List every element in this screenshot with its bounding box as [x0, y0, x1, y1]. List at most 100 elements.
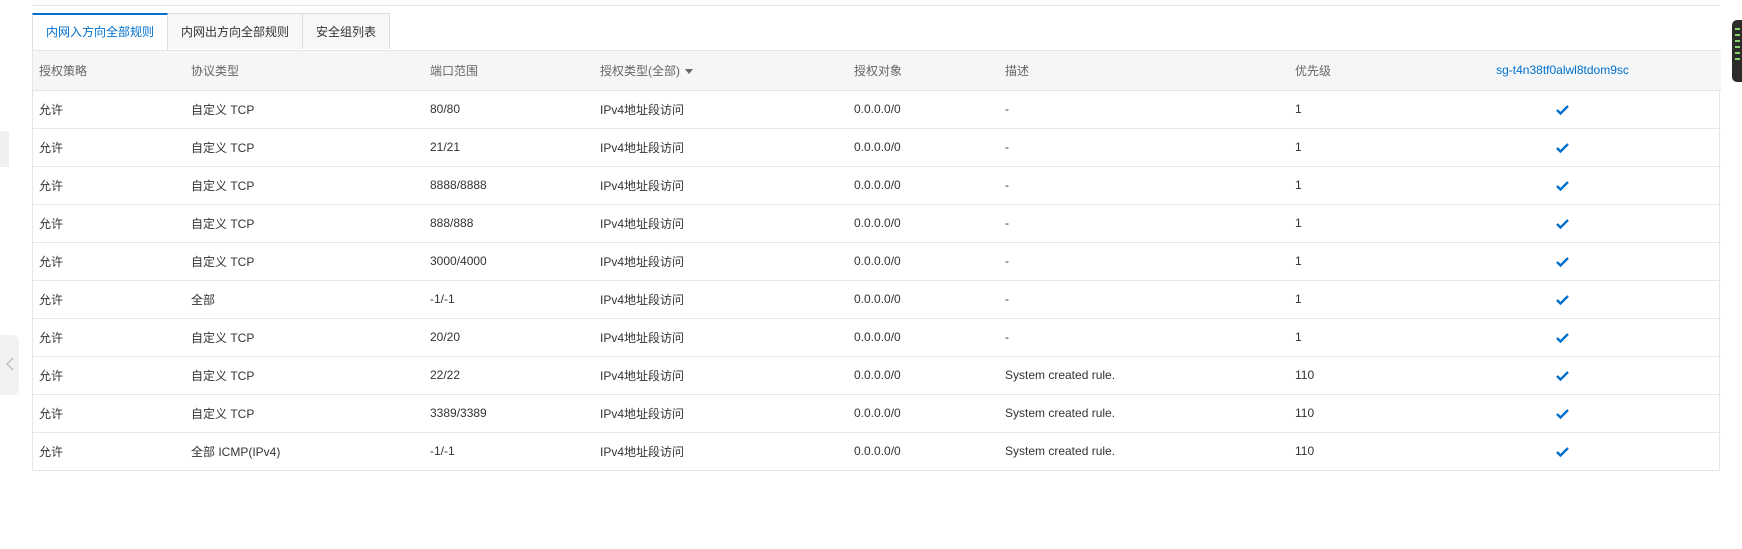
cell-applied [1404, 432, 1721, 470]
page: 内网入方向全部规则 内网出方向全部规则 安全组列表 授权策略 协议类型 端口范围 [0, 0, 1742, 549]
cell-auth-object: 0.0.0.0/0 [854, 444, 901, 459]
cell-port-range: -1/-1 [424, 280, 594, 319]
cell-auth-type: IPv4地址段访问 [594, 242, 848, 281]
table-row: 允许 自定义 TCP 3000/4000 IPv4地址段访问 0.0.0.0/0… [33, 242, 1721, 281]
cell-protocol: 全部 ICMP(IPv4) [191, 444, 281, 459]
cell-protocol: 自定义 TCP [185, 356, 424, 395]
cell-auth-type: IPv4地址段访问 [600, 444, 685, 459]
cell-priority: 110 [1289, 356, 1404, 395]
cell-policy: 允许 [33, 394, 185, 433]
floating-widget[interactable] [1732, 20, 1742, 82]
cell-protocol: 全部 [185, 280, 424, 319]
widget-indicator [1735, 34, 1740, 36]
top-divider [32, 5, 1720, 6]
cell-protocol: 自定义 TCP [185, 128, 424, 167]
cell-port-range: 3389/3389 [424, 394, 594, 433]
cell-applied [1404, 280, 1721, 319]
cell-auth-type: IPv4地址段访问 [594, 356, 848, 395]
cell-applied [1404, 318, 1721, 357]
cell-priority: 1 [1289, 204, 1404, 243]
widget-indicator [1735, 40, 1740, 42]
cell-port-range: 8888/8888 [424, 166, 594, 205]
left-edge-stub [0, 131, 9, 167]
cell-priority: 1 [1289, 280, 1404, 319]
rule-tabs: 内网入方向全部规则 内网出方向全部规则 安全组列表 [32, 13, 391, 50]
tab-outbound-rules[interactable]: 内网出方向全部规则 [168, 13, 304, 49]
cell-port-range: 80/80 [424, 90, 594, 129]
cell-policy: 允许 [33, 128, 185, 167]
header-security-group-link[interactable]: sg-t4n38tf0alwl8tdom9sc [1404, 51, 1721, 91]
cell-auth-object: 0.0.0.0/0 [848, 204, 999, 243]
table-row: 允许 自定义 TCP 80/80 IPv4地址段访问 0.0.0.0/0 - 1 [33, 90, 1721, 129]
cell-priority: 1 [1289, 128, 1404, 167]
widget-indicator [1735, 28, 1740, 30]
cell-port-range: 22/22 [424, 356, 594, 395]
table-row: 允许 全部 -1/-1 IPv4地址段访问 0.0.0.0/0 - 1 [33, 280, 1721, 319]
cell-auth-object: 0.0.0.0/0 [848, 394, 999, 433]
cell-description: - [999, 242, 1289, 281]
cell-description: System created rule. [999, 356, 1289, 395]
cell-protocol: 自定义 TCP [185, 242, 424, 281]
widget-indicator [1735, 46, 1740, 48]
check-icon [1556, 408, 1569, 420]
cell-auth-object: 0.0.0.0/0 [848, 318, 999, 357]
table-row: 允许 自定义 TCP 22/22 IPv4地址段访问 0.0.0.0/0 Sys… [33, 356, 1721, 395]
cell-port-range: 3000/4000 [424, 242, 594, 281]
cell-auth-type: IPv4地址段访问 [594, 394, 848, 433]
check-icon [1556, 294, 1569, 306]
cell-protocol: 自定义 TCP [185, 166, 424, 205]
cell-priority: 110 [1289, 394, 1404, 433]
cell-priority: 110 [1295, 444, 1315, 459]
cell-priority: 1 [1289, 166, 1404, 205]
cell-description: - [999, 128, 1289, 167]
check-icon [1556, 447, 1569, 458]
cell-policy: 允许 [33, 204, 185, 243]
table-row: 允许 全部 ICMP(IPv4) -1/-1 IPv4地址段访问 0.0.0.0… [33, 432, 1721, 470]
cell-priority: 1 [1289, 242, 1404, 281]
cell-auth-object: 0.0.0.0/0 [848, 166, 999, 205]
header-port-range: 端口范围 [424, 51, 594, 91]
rules-table: 授权策略 协议类型 端口范围 授权类型(全部) 授权对象 描述 优先级 sg-t… [33, 51, 1721, 470]
cell-applied [1404, 242, 1721, 281]
check-icon [1556, 370, 1569, 382]
header-description: 描述 [999, 51, 1289, 91]
header-auth-object: 授权对象 [848, 51, 999, 91]
table-row: 允许 自定义 TCP 3389/3389 IPv4地址段访问 0.0.0.0/0… [33, 394, 1721, 433]
cell-description: - [999, 90, 1289, 129]
cell-protocol: 自定义 TCP [185, 90, 424, 129]
cell-auth-object: 0.0.0.0/0 [848, 280, 999, 319]
header-policy: 授权策略 [33, 51, 185, 91]
table-row: 允许 自定义 TCP 888/888 IPv4地址段访问 0.0.0.0/0 -… [33, 204, 1721, 243]
cell-applied [1404, 90, 1721, 129]
header-auth-type[interactable]: 授权类型(全部) [594, 51, 848, 91]
table-row: 允许 自定义 TCP 20/20 IPv4地址段访问 0.0.0.0/0 - 1 [33, 318, 1721, 357]
check-icon [1556, 180, 1569, 192]
cell-policy: 允许 [33, 318, 185, 357]
cell-auth-object: 0.0.0.0/0 [848, 90, 999, 129]
header-protocol: 协议类型 [185, 51, 424, 91]
chevron-left-icon [6, 357, 14, 371]
cell-auth-type: IPv4地址段访问 [594, 128, 848, 167]
cell-auth-object: 0.0.0.0/0 [848, 128, 999, 167]
cell-auth-type: IPv4地址段访问 [594, 90, 848, 129]
cell-policy: 允许 [33, 166, 185, 205]
widget-indicator [1735, 58, 1740, 60]
cell-description: - [999, 280, 1289, 319]
cell-port-range: 20/20 [424, 318, 594, 357]
cell-auth-object: 0.0.0.0/0 [848, 242, 999, 281]
widget-indicator [1735, 52, 1740, 54]
cell-policy: 允许 [39, 444, 64, 459]
caret-down-icon[interactable] [685, 69, 693, 75]
cell-policy: 允许 [33, 356, 185, 395]
cell-description: System created rule. [999, 394, 1289, 433]
cell-port-range: 21/21 [424, 128, 594, 167]
cell-auth-object: 0.0.0.0/0 [848, 356, 999, 395]
check-icon [1556, 142, 1569, 154]
cell-auth-type: IPv4地址段访问 [594, 318, 848, 357]
cell-priority: 1 [1289, 318, 1404, 357]
cell-description: - [999, 204, 1289, 243]
tab-inbound-rules[interactable]: 内网入方向全部规则 [32, 13, 169, 50]
sidebar-collapse-handle[interactable] [0, 335, 19, 395]
tab-security-group-list[interactable]: 安全组列表 [303, 13, 391, 49]
cell-applied [1404, 204, 1721, 243]
